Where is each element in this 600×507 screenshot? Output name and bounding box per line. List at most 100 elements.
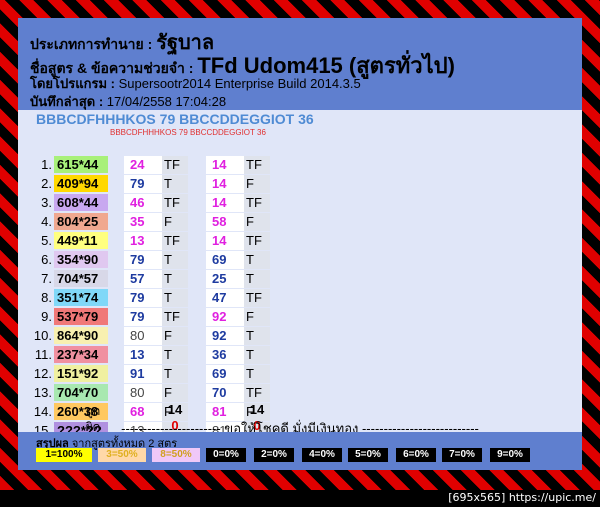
table-row: 2. 409*94 79 T 14 F: [18, 175, 318, 193]
result-1: F: [162, 384, 188, 402]
prediction-2: 92: [206, 308, 244, 326]
prediction-1: 46: [124, 194, 162, 212]
row-number: 4.: [41, 214, 52, 229]
result-1: T: [162, 270, 188, 288]
header: ประเภทการทำนาย : รัฐบาล ชื่อสูตร & ข้อคว…: [18, 18, 582, 110]
prediction-1: 80: [124, 384, 162, 402]
results-area: BBBCDFHHHKOS 79 BBCCDDEGGIOT 36 BBBCDFHH…: [18, 110, 582, 440]
prediction-1: 80: [124, 327, 162, 345]
last-saved-value: 17/04/2558 17:04:28: [106, 94, 227, 109]
prediction-1: 91: [124, 365, 162, 383]
row-number: 3.: [41, 195, 52, 210]
prediction-2: 69: [206, 251, 244, 269]
prediction-2: 47: [206, 289, 244, 307]
lottery-number: 449*11: [54, 232, 108, 249]
row-number: 5.: [41, 233, 52, 248]
table-row: 1. 615*44 24 TF 14 TF: [18, 156, 318, 174]
row-number: 10.: [33, 328, 52, 343]
summary-badge: 9=0%: [490, 448, 530, 462]
lottery-number: 537*79: [54, 308, 108, 325]
result-1: T: [162, 175, 188, 193]
prediction-1: 79: [124, 175, 162, 193]
summary-badge: 0=0%: [206, 448, 246, 462]
result-2: TF: [244, 384, 270, 402]
prediction-1: 24: [124, 156, 162, 174]
table-row: 8. 351*74 79 T 47 TF: [18, 289, 318, 307]
result-1: TF: [162, 232, 188, 250]
result-1: TF: [162, 194, 188, 212]
lottery-number: 351*74: [54, 289, 108, 306]
result-1: T: [162, 365, 188, 383]
prediction-2: 14: [206, 156, 244, 174]
result-2: T: [244, 327, 270, 345]
result-2: F: [244, 213, 270, 231]
summary-badge: 5=0%: [348, 448, 388, 462]
summary-badge: 4=0%: [302, 448, 342, 462]
summary-badge: 7=0%: [442, 448, 482, 462]
prediction-2: 14: [206, 194, 244, 212]
result-2: TF: [244, 289, 270, 307]
lottery-number: 864*90: [54, 327, 108, 344]
prediction-2: 69: [206, 365, 244, 383]
result-2: TF: [244, 194, 270, 212]
correct-count-2: 14: [249, 402, 265, 417]
prediction-1: 57: [124, 270, 162, 288]
result-1: TF: [162, 308, 188, 326]
result-2: T: [244, 346, 270, 364]
last-saved-label: บันทึกล่าสุด :: [30, 94, 107, 109]
row-number: 9.: [41, 309, 52, 324]
pattern-line: BBBCDFHHHKOS 79 BBCCDDEGGIOT 36: [36, 111, 314, 127]
lottery-number: 237*34: [54, 346, 108, 363]
prediction-2: 25: [206, 270, 244, 288]
lottery-number: 804*25: [54, 213, 108, 230]
correct-count-1: 14: [167, 402, 183, 417]
row-number: 13.: [33, 385, 52, 400]
program-value: Supersootr2014 Enterprise Build 2014.3.5: [118, 76, 361, 91]
row-number: 7.: [41, 271, 52, 286]
lottery-number: 608*44: [54, 194, 108, 211]
result-2: F: [244, 175, 270, 193]
result-1: TF: [162, 156, 188, 174]
table-row: 11. 237*34 13 T 36 T: [18, 346, 318, 364]
result-2: TF: [244, 232, 270, 250]
summary-badge: 1=100%: [36, 448, 92, 462]
row-number: 2.: [41, 176, 52, 191]
result-1: T: [162, 289, 188, 307]
table-row: 10. 864*90 80 F 92 T: [18, 327, 318, 345]
prediction-1: 35: [124, 213, 162, 231]
prediction-1: 13: [124, 232, 162, 250]
table-row: 13. 704*70 80 F 70 TF: [18, 384, 318, 402]
prediction-2: 36: [206, 346, 244, 364]
result-1: T: [162, 346, 188, 364]
result-1: F: [162, 327, 188, 345]
table-row: 12. 151*92 91 T 69 T: [18, 365, 318, 383]
lottery-number: 409*94: [54, 175, 108, 192]
lottery-number: 151*92: [54, 365, 108, 382]
result-2: T: [244, 365, 270, 383]
row-number: 12.: [33, 366, 52, 381]
program-label: โดยโปรแกรม :: [30, 76, 119, 91]
summary-badge: 8=50%: [152, 448, 200, 462]
result-1: F: [162, 213, 188, 231]
row-number: 11.: [34, 347, 52, 362]
prediction-1: 79: [124, 251, 162, 269]
result-panel: ประเภทการทำนาย : รัฐบาล ชื่อสูตร & ข้อคว…: [18, 18, 582, 470]
prediction-1: 79: [124, 289, 162, 307]
result-2: T: [244, 251, 270, 269]
lottery-number: 704*70: [54, 384, 108, 401]
row-number: 1.: [41, 157, 52, 172]
lottery-number: 354*90: [54, 251, 108, 268]
prediction-1: 79: [124, 308, 162, 326]
row-number: 6.: [41, 252, 52, 267]
summary-badge: 3=50%: [98, 448, 146, 462]
table-row: 3. 608*44 46 TF 14 TF: [18, 194, 318, 212]
summary-badge: 2=0%: [254, 448, 294, 462]
table-row: 9. 537*79 79 TF 92 F: [18, 308, 318, 326]
table-row: 5. 449*11 13 TF 14 TF: [18, 232, 318, 250]
result-2: TF: [244, 156, 270, 174]
prediction-2: 92: [206, 327, 244, 345]
row-number: 8.: [41, 290, 52, 305]
pattern-small-line: BBBCDFHHHKOS 79 BBCCDDEGGIOT 36: [110, 128, 266, 137]
result-1: T: [162, 251, 188, 269]
result-2: F: [244, 308, 270, 326]
